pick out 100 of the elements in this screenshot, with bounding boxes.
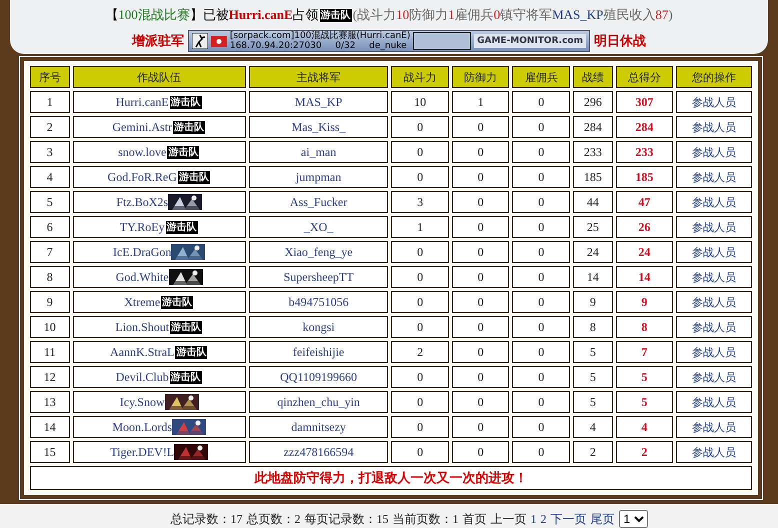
- general-name: QQ1109199660: [280, 370, 358, 384]
- general-name: jumpman: [296, 170, 342, 184]
- table-cell: 0: [538, 370, 544, 384]
- table-cell: 13: [44, 394, 56, 408]
- general-name: ai_man: [300, 144, 336, 158]
- table-cell: 0: [538, 420, 544, 434]
- page-link[interactable]: 2: [540, 512, 546, 526]
- table-cell: 4: [46, 170, 53, 184]
- column-header: 序号: [30, 66, 70, 88]
- table-cell: 0: [478, 220, 484, 234]
- table-cell: 0: [417, 170, 424, 184]
- team-name[interactable]: Icy.Snow: [120, 394, 165, 410]
- table-cell: 14: [586, 270, 599, 284]
- team-name[interactable]: Xtreme: [124, 294, 160, 310]
- header-text: 防御力: [409, 6, 448, 24]
- header-text: Hurri.canE: [228, 7, 293, 23]
- team-name[interactable]: Hurri.canE: [116, 94, 169, 110]
- record-stat: 当前页数：1: [392, 510, 458, 528]
- table-cell: 24: [586, 244, 599, 258]
- column-header: 战斗力: [391, 66, 449, 88]
- table-cell: 0: [538, 170, 544, 184]
- page-select[interactable]: 1: [618, 510, 648, 528]
- team-badge: 游击队: [173, 120, 206, 134]
- table-cell: 12: [44, 370, 56, 384]
- table-cell: 0: [417, 120, 424, 134]
- table-cell: 47: [638, 194, 650, 208]
- table-cell: 0: [538, 270, 544, 284]
- table-cell: 15: [44, 444, 56, 458]
- table-cell: 0: [417, 244, 424, 258]
- table-cell: 11: [44, 344, 56, 358]
- column-header: 防御力: [452, 66, 510, 88]
- table-cell: 10: [44, 320, 56, 334]
- column-header: 战绩: [573, 66, 613, 88]
- table-cell: 2: [417, 344, 424, 358]
- header-text: 100混战比赛: [118, 6, 190, 24]
- team-badge: 游击队: [170, 320, 202, 334]
- table-cell: 0: [538, 444, 544, 458]
- table-cell: 185: [635, 170, 654, 184]
- table-cell: 2: [641, 444, 648, 458]
- table-cell: 8: [46, 270, 53, 284]
- general-name: b494751056: [288, 294, 349, 308]
- column-header: 总得分: [616, 66, 674, 88]
- record-stat: 总记录数：17: [170, 510, 242, 528]
- table-cell: 9: [590, 294, 596, 308]
- table-cell: 0: [417, 394, 424, 408]
- table-cell: 5: [641, 394, 648, 408]
- status-box: [413, 32, 472, 50]
- map-name: de_nuke: [369, 41, 408, 51]
- table-cell: 5: [590, 370, 596, 384]
- header-text: 10: [396, 7, 410, 23]
- table-cell: 0: [538, 320, 544, 334]
- page-link[interactable]: 尾页: [590, 510, 614, 528]
- table-cell: 0: [478, 270, 484, 284]
- table-cell: 0: [417, 270, 424, 284]
- general-name: _XO_: [304, 220, 334, 234]
- server-banner[interactable]: [sorpack.com]100混战比赛服(Hurri.canE) 168.70.94.20:27030 0/32 de_nuke GAME-MONITOR.com: [188, 30, 590, 52]
- table-cell: 0: [538, 144, 544, 158]
- header-text: 雇佣兵: [454, 6, 494, 24]
- table-cell: 25: [586, 220, 599, 234]
- monitor-logo: GAME-MONITOR.com: [474, 34, 586, 48]
- table-cell: 0: [538, 344, 544, 358]
- page-link[interactable]: 1: [530, 512, 536, 526]
- table-cell: 0: [417, 444, 424, 458]
- table-cell: 233: [635, 144, 654, 158]
- general-name: MAS_KP: [294, 94, 342, 108]
- table-cell: 24: [638, 244, 650, 258]
- flag-icon: [210, 36, 227, 46]
- header-text: 】已被: [190, 6, 229, 24]
- team-name[interactable]: Lion.Shout: [115, 320, 170, 334]
- table-cell: 233: [584, 144, 602, 158]
- table-cell: 0: [478, 294, 484, 308]
- header-text: 87: [655, 7, 668, 23]
- header-text: (战斗力: [352, 6, 396, 24]
- header-text: 殖民收入: [603, 6, 656, 24]
- soldier-icon: [192, 33, 208, 49]
- team-name[interactable]: snow.love: [118, 144, 166, 160]
- team-badge: 游击队: [166, 220, 198, 234]
- team-name[interactable]: Devil.Club: [116, 370, 169, 384]
- team-name[interactable]: AannK.StraL: [110, 344, 174, 360]
- team-badge: 游击队: [170, 370, 202, 384]
- table-cell: 44: [586, 194, 599, 208]
- player-count: 0/32: [335, 41, 356, 51]
- team-name[interactable]: God.FoR.ReG: [108, 170, 177, 184]
- table-cell: 5: [46, 194, 53, 208]
- page-link[interactable]: 下一页: [550, 510, 586, 528]
- reinforce-link[interactable]: 增派驻军: [132, 32, 184, 50]
- general-name: Ass_Fucker: [290, 194, 348, 208]
- table-cell: 284: [635, 120, 654, 134]
- table-cell: 185: [584, 170, 602, 184]
- table-cell: 10: [414, 94, 426, 108]
- defense-message: 此地盘防守得力，打退敌人一次又一次的进攻！: [254, 470, 528, 485]
- table-cell: 0: [538, 394, 544, 408]
- table-cell: 0: [478, 444, 484, 458]
- team-name[interactable]: TY.RoEy: [120, 220, 165, 234]
- team-name[interactable]: Gemini.Astr: [112, 120, 172, 134]
- table-cell: 7: [46, 244, 53, 258]
- table-cell: 14: [44, 420, 56, 434]
- table-cell: 0: [538, 120, 544, 134]
- general-name: Mas_Kiss_: [292, 120, 346, 134]
- table-cell: 14: [638, 270, 650, 284]
